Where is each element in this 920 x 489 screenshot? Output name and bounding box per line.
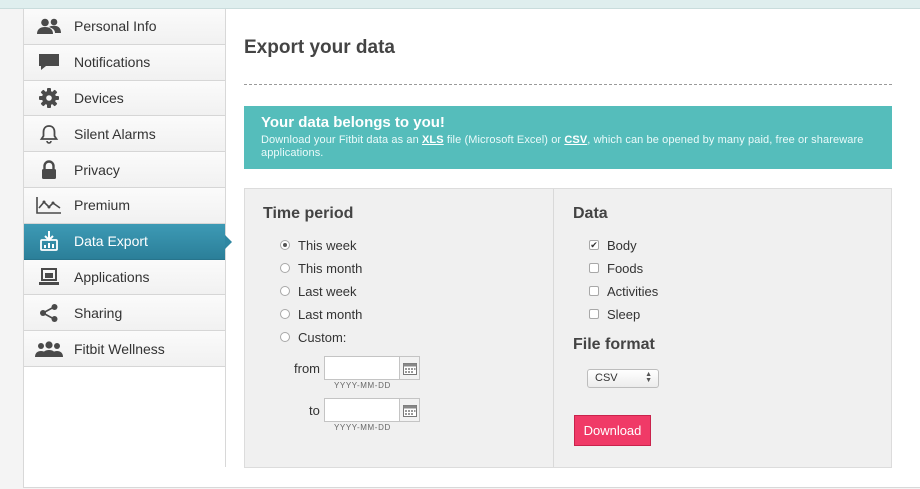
radio-button[interactable]: [280, 240, 290, 250]
sidebar-item-sharing[interactable]: Sharing: [24, 295, 225, 332]
from-date-format-hint: YYYY-MM-DD: [334, 381, 391, 390]
lock-icon: [24, 159, 74, 180]
checkbox[interactable]: [589, 309, 599, 319]
radio-label: Custom:: [298, 329, 347, 345]
sidebar-item-devices[interactable]: Devices: [24, 80, 225, 117]
banner-heading: Your data belongs to you!: [261, 114, 445, 131]
radio-label: Last week: [298, 283, 357, 299]
sidebar-item-label: Sharing: [74, 304, 123, 321]
top-bar: [0, 0, 920, 9]
share-icon: [24, 303, 74, 323]
sidebar-item-label: Fitbit Wellness: [74, 340, 165, 357]
download-button[interactable]: Download: [574, 415, 651, 446]
to-date-format-hint: YYYY-MM-DD: [334, 423, 391, 432]
radio-this-week[interactable]: This week: [280, 237, 357, 253]
gear-icon: [24, 87, 74, 108]
calendar-icon[interactable]: [399, 357, 419, 379]
csv-link[interactable]: CSV: [564, 134, 587, 146]
sidebar-item-applications[interactable]: Applications: [24, 259, 225, 296]
select-arrows-icon: ▲ ▼: [645, 371, 652, 384]
radio-label: This week: [298, 237, 357, 253]
page-title: Export your data: [244, 37, 395, 58]
sidebar-item-label: Silent Alarms: [74, 125, 156, 142]
sidebar-item-label: Devices: [74, 89, 124, 106]
speech-bubble-icon: [24, 53, 74, 71]
banner-text: Download your Fitbit data as an XLS file…: [261, 134, 875, 160]
radio-button[interactable]: [280, 332, 290, 342]
sidebar-item-fitbit-wellness[interactable]: Fitbit Wellness: [24, 331, 225, 367]
from-date-input[interactable]: [324, 356, 420, 380]
bell-icon: [24, 124, 74, 144]
checkbox[interactable]: [589, 286, 599, 296]
data-export-page: Export your data Your data belongs to yo…: [244, 9, 892, 468]
file-format-title: File format: [573, 336, 655, 353]
sidebar-item-privacy[interactable]: Privacy: [24, 152, 225, 188]
group-icon: [24, 340, 74, 357]
checkbox-label: Foods: [607, 260, 644, 276]
sidebar-item-label: Applications: [74, 268, 150, 285]
checkbox-foods[interactable]: Foods: [589, 260, 643, 276]
download-icon: [24, 231, 74, 252]
file-format-select[interactable]: CSV ▲ ▼: [587, 369, 659, 388]
sidebar-item-data-export[interactable]: Data Export: [24, 223, 232, 260]
title-divider: [244, 84, 892, 85]
xls-link[interactable]: XLS: [422, 134, 444, 146]
checkbox-label: Activities: [607, 283, 659, 299]
sidebar-item-premium[interactable]: Premium: [24, 187, 225, 224]
radio-button[interactable]: [280, 263, 290, 273]
checkbox-sleep[interactable]: Sleep: [589, 306, 640, 322]
file-format-value: CSV: [595, 372, 618, 384]
banner-text-part: file (Microsoft Excel) or: [443, 134, 565, 146]
radio-button[interactable]: [280, 286, 290, 296]
radio-last-week[interactable]: Last week: [280, 283, 357, 299]
banner-text-part: Download your Fitbit data as an: [261, 134, 422, 146]
radio-label: Last month: [298, 306, 363, 322]
checkbox[interactable]: ✔: [589, 240, 599, 250]
chart-line-icon: [24, 196, 74, 215]
checkbox[interactable]: [589, 263, 599, 273]
checkbox-body[interactable]: ✔ Body: [589, 237, 637, 253]
sidebar-item-label: Premium: [74, 197, 131, 214]
checkbox-label: Sleep: [607, 306, 641, 322]
sidebar-item-label: Privacy: [74, 161, 120, 178]
to-date-input[interactable]: [324, 398, 420, 422]
radio-label: This month: [298, 260, 363, 276]
export-options-panel: Time period This week This month Last we…: [244, 188, 892, 468]
people-icon: [24, 18, 74, 35]
sidebar-item-label: Personal Info: [74, 18, 157, 35]
time-period-section: Time period This week This month Last we…: [245, 189, 554, 467]
from-label: from: [294, 361, 320, 376]
sidebar-item-silent-alarms[interactable]: Silent Alarms: [24, 116, 225, 153]
sidebar-item-label: Notifications: [74, 54, 151, 71]
radio-this-month[interactable]: This month: [280, 260, 362, 276]
sidebar-item-label: Data Export: [74, 233, 148, 250]
laptop-icon: [24, 267, 74, 286]
sidebar-item-personal-info[interactable]: Personal Info: [24, 9, 225, 45]
settings-sidebar: Personal Info Notifications Devices Sile…: [24, 9, 232, 467]
to-label: to: [309, 403, 320, 418]
checkbox-activities[interactable]: Activities: [589, 283, 658, 299]
radio-button[interactable]: [280, 309, 290, 319]
radio-custom[interactable]: Custom:: [280, 329, 346, 345]
calendar-icon[interactable]: [399, 399, 419, 421]
checkbox-label: Body: [607, 237, 637, 253]
data-title: Data: [573, 205, 608, 222]
info-banner: Your data belongs to you! Download your …: [244, 106, 892, 169]
radio-last-month[interactable]: Last month: [280, 306, 362, 322]
time-period-title: Time period: [263, 205, 354, 222]
data-section: Data ✔ Body Foods Activities Sleep File …: [555, 189, 891, 467]
sidebar-item-notifications[interactable]: Notifications: [24, 44, 225, 81]
